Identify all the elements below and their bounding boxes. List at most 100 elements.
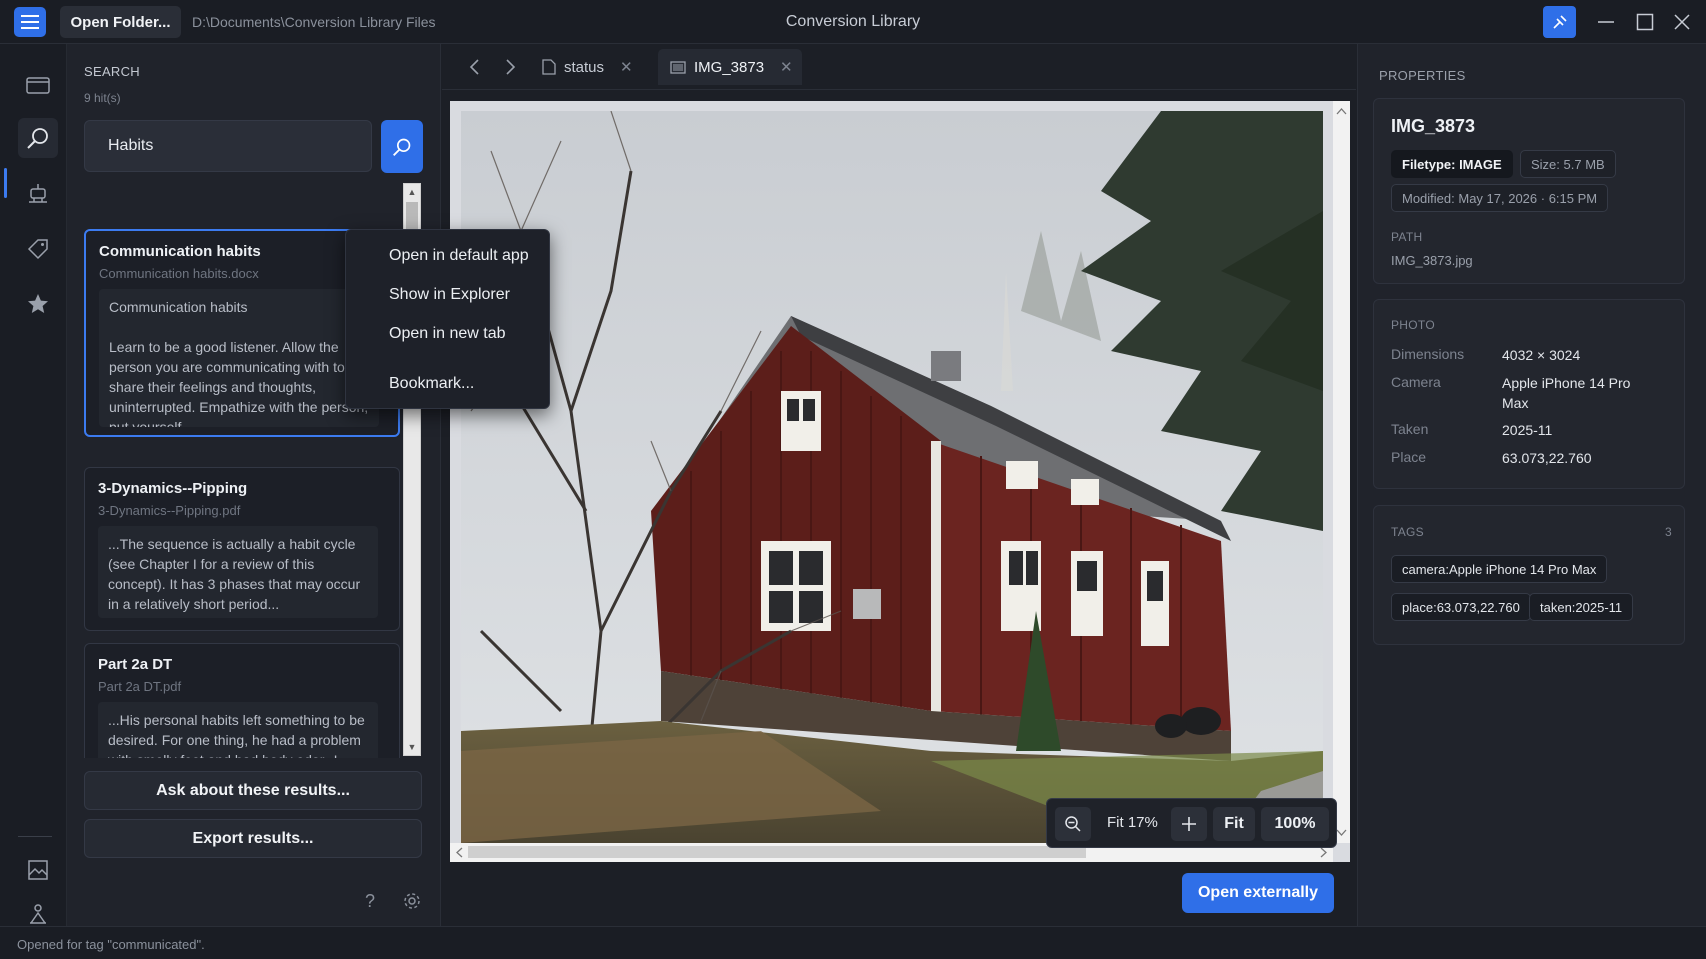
size-badge: Size: 5.7 MB <box>1520 150 1616 178</box>
menu-item-open-default[interactable]: Open in default app <box>389 247 529 265</box>
maximize-icon <box>1636 13 1654 31</box>
result-title: Part 2a DT <box>98 656 173 673</box>
tag-icon <box>27 239 48 260</box>
close-icon[interactable]: ✕ <box>780 58 793 76</box>
maximize-button[interactable] <box>1631 9 1659 35</box>
person-icon <box>30 904 46 924</box>
zoom-out-button[interactable] <box>1055 807 1091 841</box>
dimensions-value: 4032 × 3024 <box>1502 347 1581 363</box>
scroll-up-icon[interactable]: ▲ <box>404 184 420 200</box>
fit-button[interactable]: Fit <box>1213 807 1255 841</box>
rail-gallery-button[interactable] <box>18 850 58 890</box>
search-submit-button[interactable] <box>381 120 423 173</box>
tag-chip[interactable]: taken:2025-11 <box>1529 593 1634 621</box>
photo-info-card: PHOTO Dimensions 4032 × 3024 Camera Appl… <box>1373 299 1685 489</box>
rail-search-button[interactable] <box>18 118 58 158</box>
zoom-toolbar: Fit 17% Fit 100% <box>1046 798 1337 848</box>
help-button[interactable]: ? <box>357 888 383 914</box>
photo-heading: PHOTO <box>1391 318 1435 332</box>
result-snippet: Communication habits Learn to be a good … <box>99 289 379 427</box>
menu-item-show-explorer[interactable]: Show in Explorer <box>389 286 510 304</box>
tags-count: 3 <box>1665 525 1672 539</box>
remote-button[interactable] <box>1543 6 1576 38</box>
modified-badge: Modified: May 17, 2026 · 6:15 PM <box>1391 184 1609 212</box>
menu-item-bookmark[interactable]: Bookmark... <box>389 375 474 393</box>
search-input[interactable]: Habits <box>84 120 372 172</box>
taken-label: Taken <box>1391 421 1429 437</box>
close-window-button[interactable] <box>1668 9 1696 35</box>
camera-label: Camera <box>1391 374 1441 390</box>
result-snippet: ...The sequence is actually a habit cycl… <box>98 526 378 618</box>
export-results-button[interactable]: Export results... <box>84 819 422 858</box>
dimensions-label: Dimensions <box>1391 346 1465 362</box>
forward-button[interactable] <box>500 56 522 78</box>
star-icon <box>28 294 48 313</box>
scroll-down-icon[interactable]: ▼ <box>404 739 420 755</box>
context-menu: Open in default app Show in Explorer Ope… <box>345 229 550 409</box>
minimize-icon <box>1598 21 1614 23</box>
menu-item-open-new-tab[interactable]: Open in new tab <box>389 325 506 343</box>
rail-tags-button[interactable] <box>18 229 58 269</box>
taken-value: 2025-11 <box>1502 422 1553 438</box>
result-filename: Part 2a DT.pdf <box>98 679 182 694</box>
robot-icon <box>29 184 47 203</box>
actual-size-button[interactable]: 100% <box>1261 807 1329 841</box>
hit-count: 9 hit(s) <box>84 91 121 105</box>
properties-panel: PROPERTIES IMG_3873 Filetype: IMAGE Size… <box>1357 44 1706 926</box>
house-photo[interactable] <box>461 111 1323 843</box>
tag-chip[interactable]: camera:Apple iPhone 14 Pro Max <box>1391 555 1608 583</box>
minimize-button[interactable] <box>1592 9 1620 35</box>
result-title: Communication habits <box>99 243 261 260</box>
path-value: IMG_3873.jpg <box>1391 253 1473 268</box>
result-title: 3-Dynamics--Pipping <box>98 480 248 497</box>
path-label: PATH <box>1391 230 1423 244</box>
close-icon[interactable]: ✕ <box>620 58 633 76</box>
search-icon <box>393 138 411 156</box>
tab-status[interactable]: status ✕ <box>542 49 662 85</box>
hamburger-icon <box>21 15 39 29</box>
status-bar: Opened for tag "communicated". <box>0 926 1706 959</box>
settings-button[interactable] <box>399 888 425 914</box>
search-heading: SEARCH <box>84 64 140 79</box>
result-item[interactable]: 3-Dynamics--Pipping 3-Dynamics--Pipping.… <box>84 467 400 631</box>
tag-chip[interactable]: place:63.073,22.760 <box>1391 593 1531 621</box>
active-indicator <box>4 168 7 198</box>
close-icon <box>1674 14 1690 30</box>
place-value: 63.073,22.760 <box>1502 450 1592 466</box>
rail-bookmarks-button[interactable] <box>18 284 58 324</box>
image-icon <box>670 60 686 74</box>
tab-label: status <box>564 58 605 76</box>
main-menu-button[interactable] <box>14 7 46 37</box>
properties-heading: PROPERTIES <box>1379 68 1466 83</box>
rail-assistant-button[interactable] <box>18 174 58 214</box>
zoom-in-button[interactable] <box>1171 807 1207 841</box>
tags-card: TAGS 3 camera:Apple iPhone 14 Pro Max pl… <box>1373 505 1685 645</box>
remote-icon <box>1552 15 1567 29</box>
open-folder-button[interactable]: Open Folder... <box>60 6 181 38</box>
result-snippet: ...His personal habits left something to… <box>98 702 378 758</box>
document-viewer: status ✕ IMG_3873 ✕ Fit 17% Fit 100% Ope… <box>442 44 1356 926</box>
back-button[interactable] <box>463 56 485 78</box>
file-info-card: IMG_3873 Filetype: IMAGE Size: 5.7 MB Mo… <box>1373 98 1685 284</box>
chevron-left-icon <box>469 59 479 75</box>
rail-library-button[interactable] <box>18 64 58 104</box>
filetype-badge: Filetype: IMAGE <box>1391 150 1513 178</box>
search-panel: SEARCH 9 hit(s) Habits Communication hab… <box>67 44 441 926</box>
file-name: IMG_3873 <box>1391 116 1476 136</box>
current-folder-path: D:\Documents\Conversion Library Files <box>192 14 436 30</box>
tab-img-3873[interactable]: IMG_3873 ✕ <box>658 49 802 85</box>
scrollbar-thumb[interactable] <box>468 846 1086 858</box>
title-bar: Open Folder... D:\Documents\Conversion L… <box>0 0 1706 44</box>
ask-about-results-button[interactable]: Ask about these results... <box>84 771 422 810</box>
nav-rail <box>0 44 67 926</box>
tags-heading: TAGS <box>1391 525 1424 539</box>
image-preview-frame <box>450 101 1350 862</box>
viewer-vertical-scrollbar[interactable] <box>1333 101 1350 843</box>
tab-bar: status ✕ IMG_3873 ✕ <box>442 44 1356 90</box>
place-label: Place <box>1391 449 1427 465</box>
image-gallery-icon <box>28 860 48 880</box>
chevron-right-icon <box>506 59 516 75</box>
chevron-left-icon <box>456 847 463 858</box>
open-externally-button[interactable]: Open externally <box>1182 873 1334 913</box>
result-item[interactable]: Part 2a DT Part 2a DT.pdf ...His persona… <box>84 643 400 758</box>
